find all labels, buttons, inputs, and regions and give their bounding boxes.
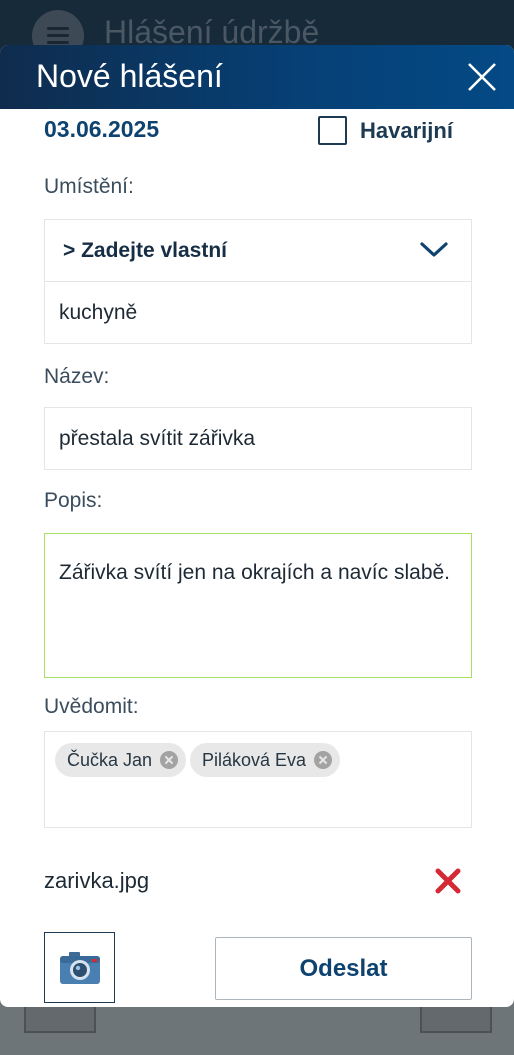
recipient-name: Čučka Jan [67, 749, 153, 770]
dialog-header: Nové hlášení [0, 45, 514, 109]
notify-recipients-field[interactable]: Čučka Jan Piláková Eva [44, 731, 472, 828]
emergency-label: Havarijní [360, 117, 453, 143]
attachment-file-name: zarivka.jpg [44, 868, 150, 893]
location-selected-option: > Zadejte vlastní [63, 238, 227, 262]
close-icon [468, 63, 496, 91]
location-custom-input[interactable]: kuchyně [44, 281, 472, 344]
new-report-dialog: Nové hlášení 03.06.2025 Havarijní Umístě… [0, 45, 514, 1007]
recipient-chip: Piláková Eva [190, 743, 341, 777]
name-input[interactable]: přestala svítit zářivka [44, 407, 472, 470]
dialog-title: Nové hlášení [36, 58, 223, 94]
location-label: Umístění: [44, 175, 134, 198]
recipient-name: Piláková Eva [202, 749, 307, 770]
delete-attachment-button[interactable] [434, 867, 462, 895]
remove-recipient-icon[interactable] [314, 751, 333, 769]
name-label: Název: [44, 365, 110, 388]
description-label: Popis: [44, 489, 103, 512]
close-button[interactable] [466, 61, 498, 93]
description-textarea[interactable]: Zářivka svítí jen na okrajích a navíc sl… [44, 533, 472, 678]
camera-icon [59, 951, 100, 984]
background-footer-button-left [24, 1005, 96, 1033]
emergency-checkbox[interactable] [318, 116, 347, 145]
report-date: 03.06.2025 [44, 116, 160, 142]
chevron-down-icon [420, 242, 448, 257]
camera-button[interactable] [44, 932, 115, 1003]
delete-icon [435, 868, 461, 894]
emergency-toggle[interactable]: Havarijní [318, 116, 453, 145]
send-button[interactable]: Odeslat [215, 937, 472, 1000]
recipient-chip: Čučka Jan [55, 743, 187, 777]
remove-recipient-icon[interactable] [160, 751, 179, 769]
background-footer-button-right [420, 1005, 492, 1033]
notify-label: Uvědomit: [44, 695, 139, 718]
location-select[interactable]: > Zadejte vlastní [44, 219, 472, 282]
